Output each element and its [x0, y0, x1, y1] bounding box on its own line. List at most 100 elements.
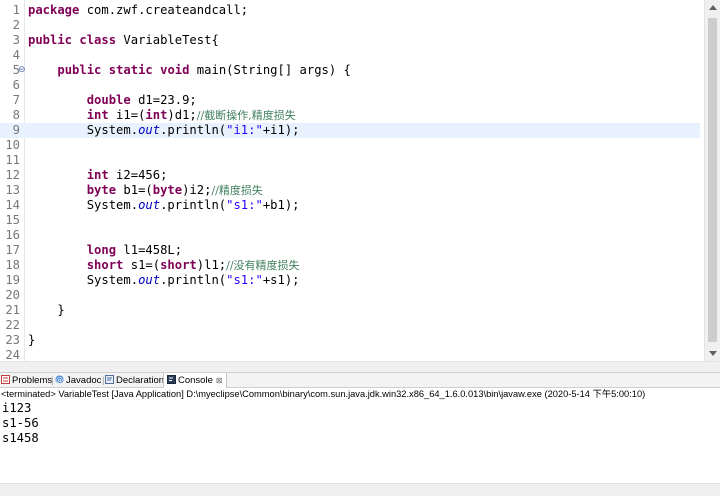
code-line[interactable]: 8 int i1=(int)d1;//截断操作,精度损失 — [0, 108, 700, 123]
code-token: i1=( — [108, 108, 146, 122]
comment-token: //截断操作,精度损失 — [196, 109, 296, 122]
line-number: 16 — [5, 228, 20, 242]
line-number: 9 — [12, 123, 20, 137]
line-number: 4 — [12, 48, 20, 62]
line-number: 10 — [5, 138, 20, 152]
code-token: s1=( — [123, 258, 161, 272]
code-line[interactable]: 11 — [0, 153, 700, 168]
code-token: .println( — [160, 123, 227, 137]
code-line[interactable]: 12 int i2=456; — [0, 168, 700, 183]
line-number: 17 — [5, 243, 20, 257]
keyword-token: int — [86, 108, 109, 122]
comment-token: //精度损失 — [211, 184, 263, 197]
code-text: } — [28, 333, 35, 348]
console-terminated-status: <terminated> VariableTest [Java Applicat… — [1, 389, 646, 399]
code-line[interactable]: 14 System.out.println("s1:"+b1); — [0, 198, 700, 213]
editor-vertical-scrollbar[interactable] — [704, 0, 720, 361]
code-token: )d1; — [167, 108, 197, 122]
console-output-line: s1458 — [2, 431, 39, 445]
field-token: out — [138, 198, 161, 212]
tab-console[interactable]: Console ⊠ — [163, 373, 227, 388]
code-line[interactable]: 1 package com.zwf.createandcall; — [0, 3, 700, 18]
code-line[interactable]: 21 } — [0, 303, 700, 318]
code-text: byte b1=(byte)i2;//精度损失 — [28, 183, 263, 198]
tab-javadoc[interactable]: @ Javadoc — [55, 373, 101, 388]
fold-collapse-icon[interactable]: ⊖ — [18, 63, 26, 78]
code-text: System.out.println("i1:"+i1); — [28, 123, 300, 138]
code-line[interactable]: 7 double d1=23.9; — [0, 93, 700, 108]
code-line[interactable]: 3 public class VariableTest{ — [0, 33, 700, 48]
code-token: .println( — [160, 273, 227, 287]
code-line[interactable]: 6 — [0, 78, 700, 93]
code-text: System.out.println("s1:"+s1); — [28, 273, 300, 288]
keyword-token: static — [108, 63, 153, 77]
code-line[interactable]: 9 System.out.println("i1:"+i1); — [0, 123, 700, 138]
code-token: System. — [28, 273, 139, 287]
code-text: short s1=(short)l1;//没有精度损失 — [28, 258, 300, 273]
keyword-token: int — [86, 168, 109, 182]
code-token: +b1); — [262, 198, 300, 212]
keyword-token: short — [160, 258, 197, 272]
line-number: 3 — [12, 33, 20, 47]
code-line[interactable]: 4 — [0, 48, 700, 63]
close-icon[interactable]: ⊠ — [216, 376, 223, 385]
code-line[interactable]: 10 — [0, 138, 700, 153]
comment-token: //没有精度损失 — [226, 259, 300, 272]
tab-separator: | — [51, 375, 54, 386]
scroll-up-arrow-icon[interactable] — [709, 5, 717, 10]
editor-horizontal-scrollbar[interactable] — [0, 361, 720, 372]
code-line[interactable]: 22 — [0, 318, 700, 333]
line-number: 19 — [5, 273, 20, 287]
keyword-token: double — [86, 93, 131, 107]
tab-declaration[interactable]: Declaration — [105, 373, 164, 388]
line-number: 18 — [5, 258, 20, 272]
line-number: 2 — [12, 18, 20, 32]
code-text: public static void main(String[] args) { — [28, 63, 351, 78]
keyword-token: long — [86, 243, 117, 257]
code-line[interactable]: 5 ⊖ public static void main(String[] args… — [0, 63, 700, 78]
tab-declaration-label: Declaration — [116, 375, 165, 386]
line-number: 23 — [5, 333, 20, 347]
scroll-down-arrow-icon[interactable] — [709, 351, 717, 356]
line-number: 6 — [12, 78, 20, 92]
tab-problems-label: Problems — [12, 375, 53, 386]
code-line[interactable]: 24 — [0, 348, 700, 361]
tab-problems[interactable]: Problems — [1, 373, 52, 388]
line-number: 8 — [12, 108, 20, 122]
console-view[interactable]: <terminated> VariableTest [Java Applicat… — [0, 388, 720, 496]
line-number: 11 — [5, 153, 20, 167]
code-token: b1=( — [116, 183, 153, 197]
keyword-token: public — [28, 33, 73, 47]
code-token: i2=456; — [108, 168, 168, 182]
keyword-token: byte — [152, 183, 183, 197]
code-line[interactable]: 16 — [0, 228, 700, 243]
code-line[interactable]: 18 short s1=(short)l1;//没有精度损失 — [0, 258, 700, 273]
line-number: 14 — [5, 198, 20, 212]
console-icon — [167, 375, 176, 384]
code-line[interactable]: 13 byte b1=(byte)i2;//精度损失 — [0, 183, 700, 198]
code-line[interactable]: 15 — [0, 213, 700, 228]
code-line[interactable]: 17 long l1=458L; — [0, 243, 700, 258]
code-line[interactable]: 20 — [0, 288, 700, 303]
tab-javadoc-label: Javadoc — [66, 375, 102, 386]
code-line[interactable]: 23} — [0, 333, 700, 348]
code-token: .println( — [160, 198, 227, 212]
console-horizontal-scrollbar[interactable] — [0, 483, 720, 496]
code-line[interactable]: 2 — [0, 18, 700, 33]
string-token: "i1:" — [226, 123, 263, 137]
declaration-icon — [105, 375, 114, 384]
code-editor[interactable]: 1 package com.zwf.createandcall; 2 3 public … — [0, 0, 720, 361]
line-number: 1 — [12, 3, 20, 17]
code-line[interactable]: 19 System.out.println("s1:"+s1); — [0, 273, 700, 288]
line-number: 7 — [12, 93, 20, 107]
console-output-line: i123 — [2, 401, 32, 415]
scrollbar-thumb[interactable] — [708, 18, 717, 342]
line-number: 12 — [5, 168, 20, 182]
field-token: out — [138, 273, 161, 287]
code-text: int i2=456; — [28, 168, 168, 183]
